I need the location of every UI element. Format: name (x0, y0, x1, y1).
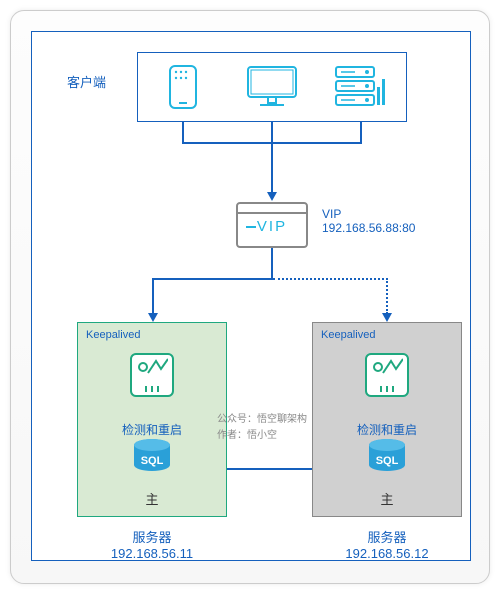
diagram-frame: 客户端 (31, 31, 471, 561)
vip-text: VIP (238, 218, 306, 235)
client-devices-box (137, 52, 407, 122)
arrow-down-icon (148, 313, 158, 322)
server-caption-ip: 192.168.56.12 (312, 546, 462, 561)
connector (360, 122, 362, 142)
credit-line-2: 作者：悟小空 (217, 428, 307, 444)
connector (271, 142, 273, 192)
connector-dotted (386, 278, 388, 314)
arrow-down-icon (267, 192, 277, 201)
connector (152, 278, 273, 280)
sql-text: SQL (376, 455, 399, 467)
keepalived-icon (365, 353, 409, 397)
keepalived-icon (130, 353, 174, 397)
sql-db-icon: SQL (367, 439, 407, 482)
connector (182, 122, 184, 142)
connector-dotted (273, 278, 388, 280)
sql-db-icon: SQL (132, 439, 172, 482)
server-caption-left: 服务器 192.168.56.11 (77, 527, 227, 561)
sql-text: SQL (141, 455, 164, 467)
connector (152, 278, 154, 314)
keepalived-label: Keepalived (321, 329, 375, 341)
vip-address: 192.168.56.88:80 (322, 221, 415, 235)
connector (271, 122, 273, 142)
client-label: 客户端 (67, 72, 106, 91)
monitor-icon (242, 62, 302, 112)
role-label: 主 (313, 489, 461, 508)
vip-label: VIP 192.168.56.88:80 (322, 207, 415, 235)
server-caption-title: 服务器 (77, 527, 227, 546)
server-caption-title: 服务器 (312, 527, 462, 546)
server-box-standby: Keepalived 检测和重启 SQL 主 (312, 322, 462, 517)
server-box-primary: Keepalived 检测和重启 SQL 主 (77, 322, 227, 517)
credit-note: 公众号：悟空聊架构 作者：悟小空 (217, 412, 307, 444)
credit-line-1: 公众号：悟空聊架构 (217, 412, 307, 428)
arrow-down-icon (382, 313, 392, 322)
check-restart-label: 检测和重启 (78, 421, 226, 438)
phone-icon (153, 62, 213, 112)
server-caption-ip: 192.168.56.11 (77, 546, 227, 561)
server-caption-right: 服务器 192.168.56.12 (312, 527, 462, 561)
diagram-card: 客户端 (10, 10, 490, 584)
role-label: 主 (78, 489, 226, 508)
keepalived-label: Keepalived (86, 329, 140, 341)
check-restart-label: 检测和重启 (313, 421, 461, 438)
vip-title: VIP (322, 207, 415, 221)
connector (271, 248, 273, 278)
vip-box: VIP (236, 202, 308, 248)
server-rack-icon (331, 62, 391, 112)
